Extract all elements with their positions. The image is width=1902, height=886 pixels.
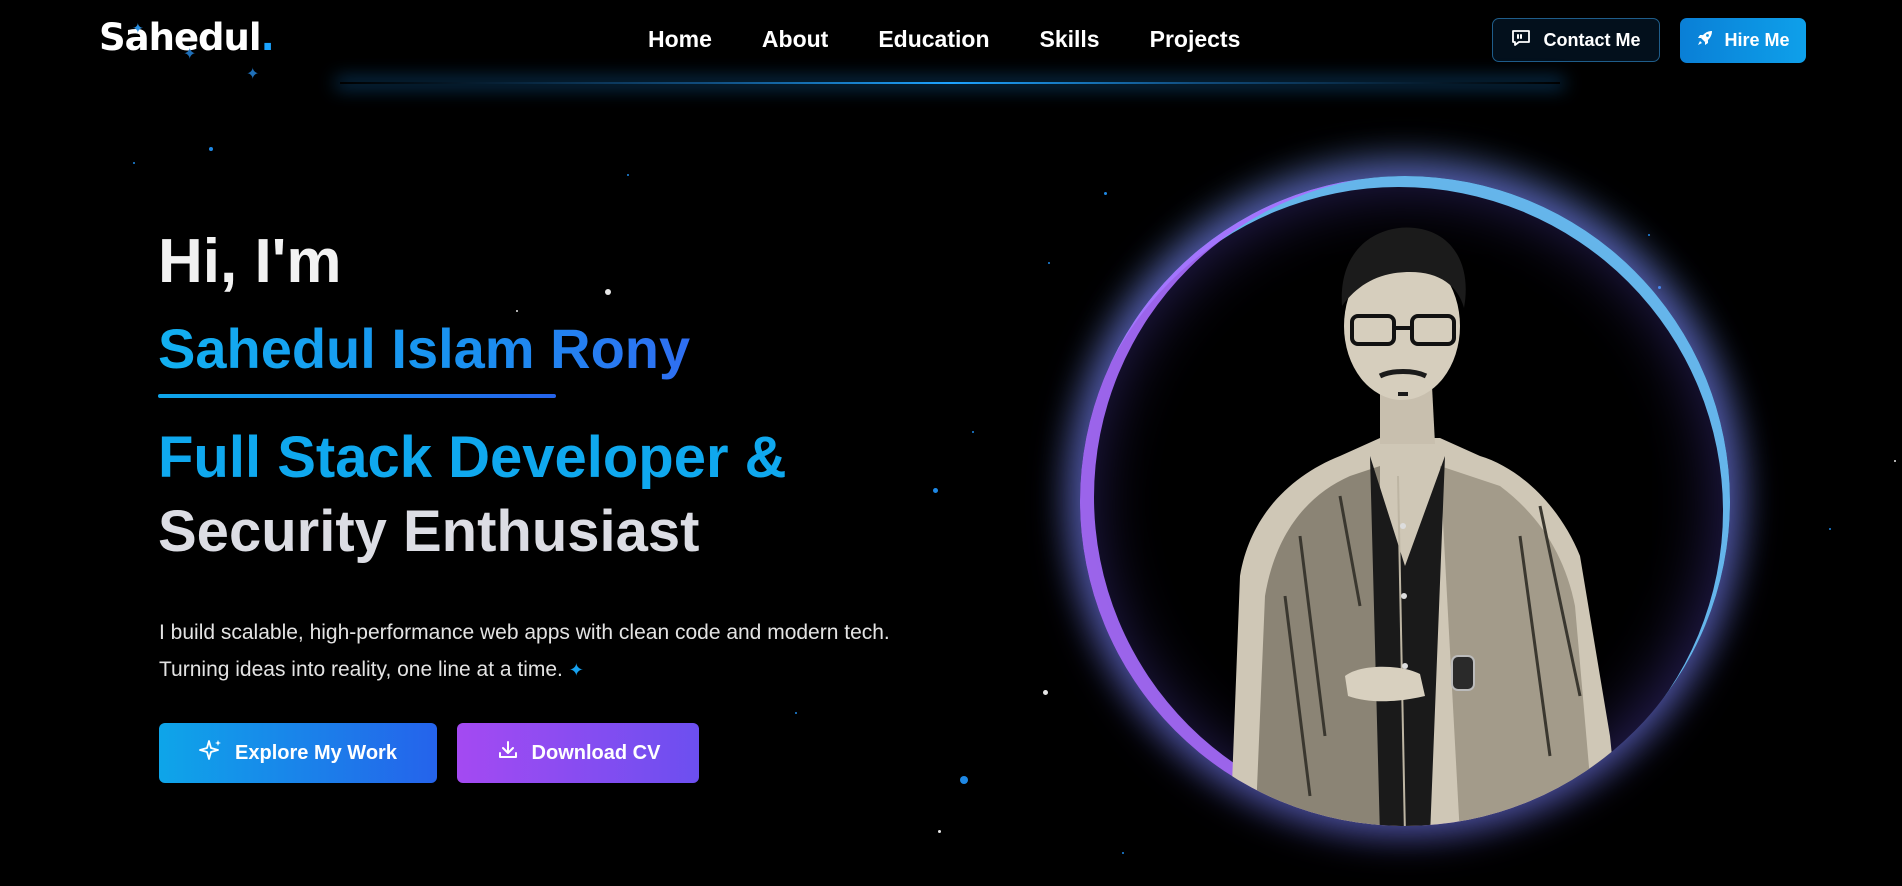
download-cv-label: Download CV	[531, 741, 661, 764]
nav-links: Home About Education Skills Projects	[648, 26, 1240, 53]
star	[795, 712, 797, 714]
star	[1894, 460, 1896, 462]
logo-sparkle-icon: ✦	[183, 46, 197, 63]
star	[1043, 690, 1048, 695]
star	[960, 776, 968, 784]
hero-desc-line2: Turning ideas into reality, one line at …	[159, 658, 563, 681]
nav-about[interactable]: About	[762, 26, 828, 53]
logo-sparkle-icon: ✦	[246, 66, 260, 83]
top-nav: Sahedul. ✦ ✦ ✦ Home About Education Skil…	[0, 0, 1902, 84]
logo-sparkle-icon: ✦	[132, 20, 144, 36]
logo-text: Sahedul	[99, 16, 262, 59]
logo-dot: .	[260, 16, 275, 59]
portrait-ring	[1080, 176, 1730, 826]
portrait-image	[1230, 227, 1619, 826]
contact-me-label: Contact Me	[1543, 29, 1641, 50]
hire-me-button[interactable]: Hire Me	[1680, 18, 1806, 63]
nav-glow-divider	[340, 82, 1560, 84]
hero-role-line1: Full Stack Developer &	[158, 425, 787, 490]
star	[605, 289, 611, 295]
download-cv-button[interactable]: Download CV	[457, 723, 699, 783]
nav-education[interactable]: Education	[878, 26, 989, 53]
hero-desc-line2-wrap: Turning ideas into reality, one line at …	[159, 651, 979, 689]
name-underline	[158, 394, 556, 398]
star	[627, 174, 629, 176]
download-icon	[496, 738, 520, 768]
star	[938, 830, 941, 833]
explore-my-work-button[interactable]: Explore My Work	[159, 723, 437, 783]
chat-quote-icon	[1511, 29, 1531, 52]
sparkle-icon: ✦	[568, 660, 584, 680]
star	[516, 310, 518, 312]
nav-home[interactable]: Home	[648, 26, 712, 53]
sparkles-icon	[199, 738, 223, 768]
star	[1829, 528, 1831, 530]
rocket-icon	[1696, 29, 1714, 52]
star	[1122, 852, 1124, 854]
star	[133, 162, 135, 164]
hero-name: Sahedul Islam Rony	[158, 317, 691, 380]
star	[933, 488, 938, 493]
contact-me-button[interactable]: Contact Me	[1492, 18, 1660, 62]
hero-greeting: Hi, I'm	[158, 227, 342, 296]
nav-skills[interactable]: Skills	[1040, 26, 1100, 53]
hero-desc-line1: I build scalable, high-performance web a…	[159, 621, 890, 644]
star	[1048, 262, 1050, 264]
explore-my-work-label: Explore My Work	[235, 741, 397, 764]
hire-me-label: Hire Me	[1724, 30, 1790, 50]
page: Sahedul. ✦ ✦ ✦ Home About Education Skil…	[0, 0, 1902, 886]
hero-role-line2: Security Enthusiast	[158, 499, 700, 564]
star	[209, 147, 213, 151]
star	[972, 431, 974, 433]
nav-projects[interactable]: Projects	[1150, 26, 1241, 53]
hero-description: I build scalable, high-performance web a…	[159, 614, 979, 689]
